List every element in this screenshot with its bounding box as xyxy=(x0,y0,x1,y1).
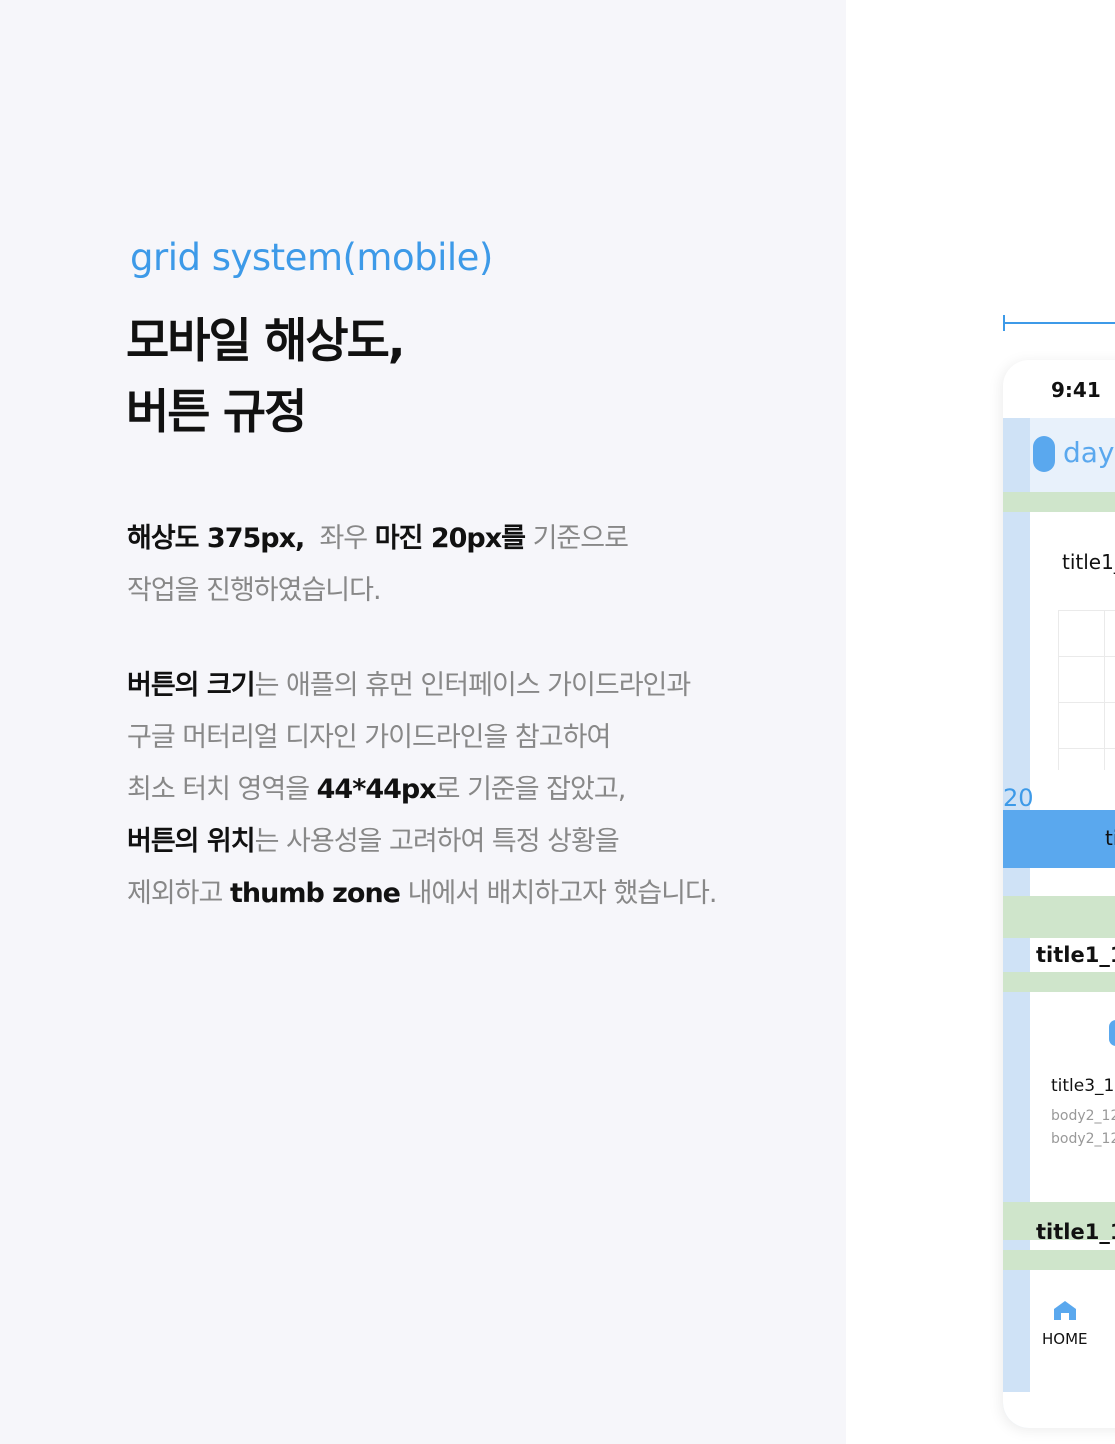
measure-bar xyxy=(1003,322,1115,324)
paragraph-line: 제외하고 thumb zone 내에서 배치하고자 했습니다. xyxy=(127,868,718,920)
home-icon[interactable] xyxy=(1053,1300,1077,1320)
section-title: title1_18 xyxy=(1036,1220,1115,1244)
emphasis-text: 버튼의 위치 xyxy=(127,826,256,857)
section-eyebrow: grid system(mobile) xyxy=(130,236,493,279)
emphasis-text: 해상도 375px, xyxy=(127,523,305,554)
primary-button-label: ti xyxy=(1105,826,1115,850)
plain-text: 로 기준을 잡았고, xyxy=(435,774,627,805)
emphasis-text: 버튼의 크기 xyxy=(127,670,256,701)
emphasis-text: thumb zone xyxy=(229,878,401,909)
plain-text: 내에서 배치하고자 했습니다. xyxy=(407,878,718,909)
tab-home[interactable]: HOME xyxy=(1042,1330,1088,1348)
plain-text: 는 사용성을 고려하여 특정 상황을 xyxy=(254,826,620,857)
paragraph-line: 작업을 진행하였습니다. xyxy=(127,575,382,606)
card-body-text: body2_12 xyxy=(1051,1108,1115,1124)
phone-mockup: 9:41 days title1_ 20 ti title1_18 title3… xyxy=(1003,360,1115,1428)
margin-guide-column xyxy=(1003,1288,1030,1392)
page-title: 모바일 해상도, 버튼 규정 xyxy=(126,306,406,448)
gutter-guide xyxy=(1003,896,1115,938)
paragraph-line: 버튼의 위치는 사용성을 고려하여 특정 상황을 xyxy=(127,816,716,868)
paragraph-line: 구글 머터리얼 디자인 가이드라인을 참고하여 xyxy=(127,722,611,753)
gutter-guide xyxy=(1003,492,1115,512)
title-line-2: 버튼 규정 xyxy=(126,385,307,440)
plain-text: 기준으로 xyxy=(532,523,629,554)
logo-icon xyxy=(1033,436,1055,472)
primary-button[interactable]: ti xyxy=(1003,810,1115,868)
card-grid-guide xyxy=(1058,610,1115,770)
app-logo-text: days xyxy=(1063,436,1115,469)
intro-panel: grid system(mobile) 모바일 해상도, 버튼 규정 해상도 3… xyxy=(0,0,846,1444)
plain-text: 최소 터치 영역을 xyxy=(127,774,310,805)
title-line-1: 모바일 해상도, xyxy=(126,314,406,369)
plain-text: 제외하고 xyxy=(127,878,223,909)
card-title: title1_ xyxy=(1062,550,1115,574)
paragraph-line: 최소 터치 영역을 44*44px로 기준을 잡았고, xyxy=(127,764,716,816)
plain-text: 는 애플의 휴먼 인터페이스 가이드라인과 xyxy=(254,670,692,701)
plain-text: 좌우 xyxy=(319,523,368,554)
emphasis-text: 44*44px xyxy=(316,774,437,805)
card-title: title3_14 xyxy=(1051,1076,1115,1096)
emphasis-text: 마진 20px를 xyxy=(374,523,526,554)
paragraph-line: 버튼의 크기는 애플의 휴먼 인터페이스 가이드라인과 xyxy=(127,660,716,712)
card-body-text: body2_12 xyxy=(1051,1131,1115,1147)
width-measure-line xyxy=(1003,315,1115,331)
gutter-guide xyxy=(1003,1250,1115,1270)
button-rule-paragraph: 버튼의 크기는 애플의 휴먼 인터페이스 가이드라인과 구글 머터리얼 디자인 … xyxy=(127,660,718,920)
card-icon xyxy=(1109,1020,1115,1046)
section-title: title1_18 xyxy=(1036,943,1115,967)
margin-value-label: 20 xyxy=(1003,784,1034,812)
paragraph-line: 해상도 375px, 좌우 마진 20px를 기준으로 xyxy=(127,513,629,565)
status-bar-time: 9:41 xyxy=(1051,378,1101,402)
gutter-guide xyxy=(1003,972,1115,992)
resolution-paragraph: 해상도 375px, 좌우 마진 20px를 기준으로 작업을 진행하였습니다. xyxy=(127,513,629,617)
